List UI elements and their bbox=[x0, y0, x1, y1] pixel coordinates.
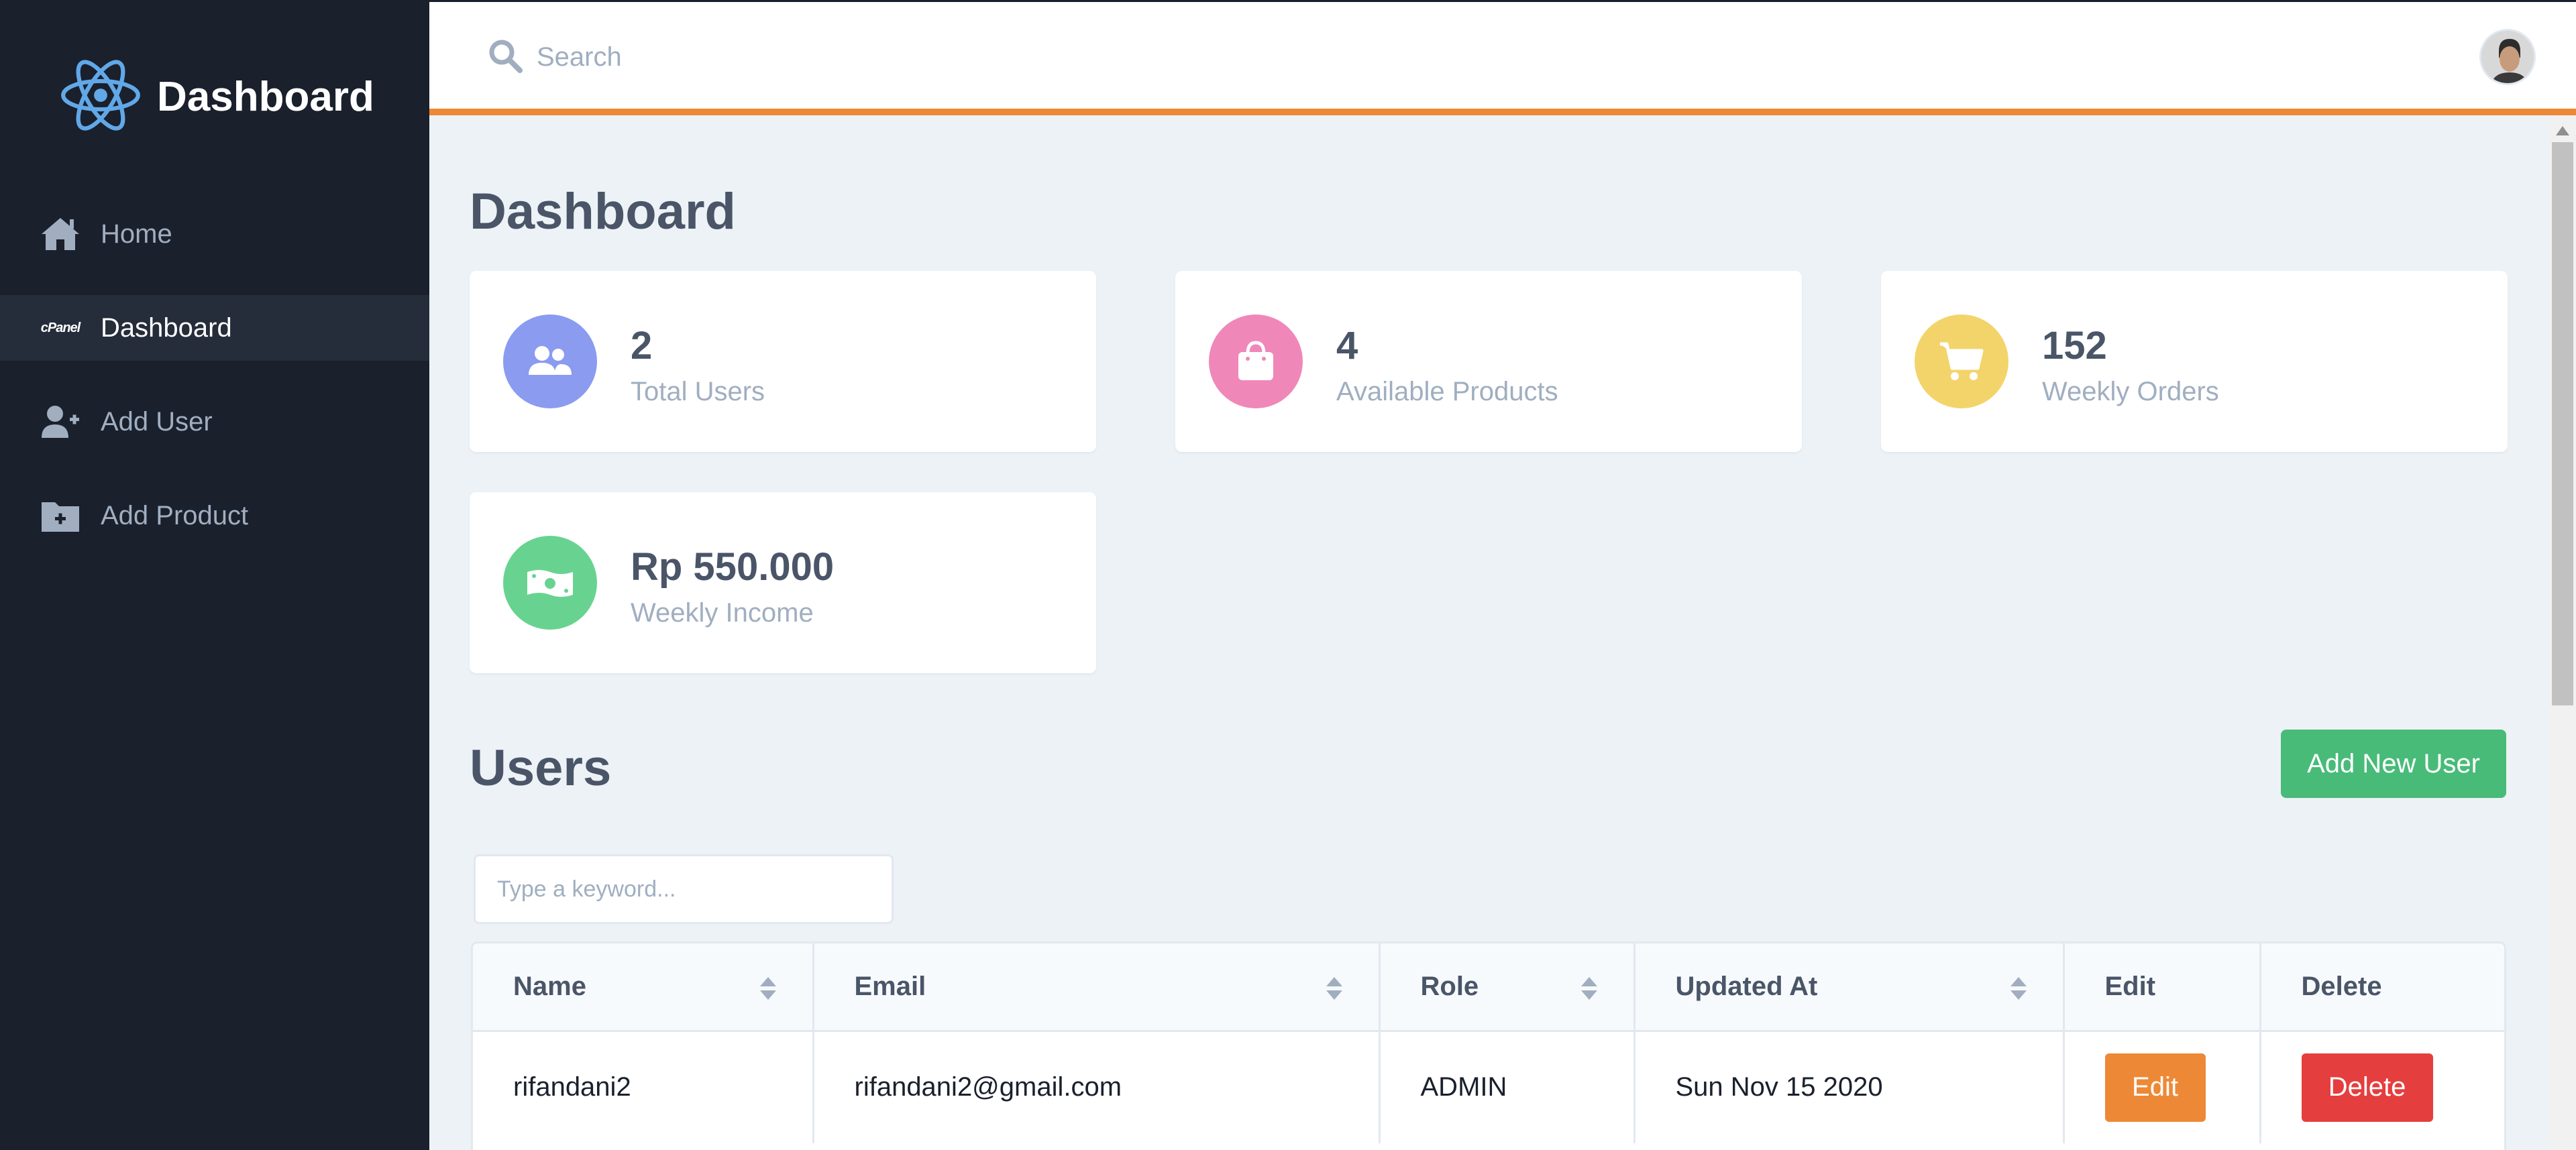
table-row: rifandani2 rifandani2@gmail.com ADMIN Su… bbox=[473, 1031, 2504, 1143]
cell-edit: Edit bbox=[2063, 1031, 2261, 1143]
cart-icon bbox=[1915, 314, 2008, 408]
stat-value: 4 bbox=[1336, 324, 1358, 367]
scroll-up-arrow-icon[interactable] bbox=[2556, 126, 2569, 135]
stat-label: Weekly Orders bbox=[2042, 377, 2219, 406]
stat-value: 2 bbox=[631, 324, 653, 367]
stat-label: Weekly Income bbox=[631, 598, 814, 628]
main-content: Dashboard 2 Total Users 4 Available Prod… bbox=[429, 122, 2549, 1150]
scroll-thumb[interactable] bbox=[2552, 142, 2573, 705]
cell-email: rifandani2@gmail.com bbox=[813, 1031, 1381, 1143]
money-icon bbox=[503, 536, 597, 630]
delete-button[interactable]: Delete bbox=[2301, 1053, 2433, 1122]
stat-card-weekly-income: Rp 550.000 Weekly Income bbox=[470, 492, 1096, 673]
scrollbar[interactable] bbox=[2549, 115, 2576, 1150]
sidebar-item-label: Dashboard bbox=[101, 312, 232, 343]
cpanel-icon: cPanel bbox=[39, 308, 82, 348]
edit-button[interactable]: Edit bbox=[2104, 1053, 2206, 1122]
sidebar-nav: Home cPanel Dashboard Add User Add Produ… bbox=[0, 201, 429, 577]
column-header-label: Email bbox=[854, 971, 926, 1001]
stat-value: 152 bbox=[2042, 324, 2107, 367]
column-header-delete: Delete bbox=[2260, 943, 2504, 1031]
brand-title: Dashboard bbox=[157, 73, 374, 120]
react-atom-icon bbox=[59, 54, 142, 140]
sort-icon[interactable] bbox=[1326, 977, 1342, 1001]
sidebar-item-label: Add Product bbox=[101, 500, 249, 530]
sort-icon[interactable] bbox=[759, 977, 776, 1001]
cell-updated-at: Sun Nov 15 2020 bbox=[1634, 1031, 2065, 1143]
add-new-user-button[interactable]: Add New User bbox=[2281, 730, 2506, 798]
cpanel-icon-text: cPanel bbox=[40, 320, 80, 335]
search-bar bbox=[487, 37, 1073, 77]
sidebar-item-label: Add User bbox=[101, 406, 213, 437]
sidebar-item-home[interactable]: Home bbox=[0, 201, 429, 267]
brand[interactable]: Dashboard bbox=[59, 56, 374, 137]
stat-card-weekly-orders: 152 Weekly Orders bbox=[1881, 271, 2508, 452]
cell-delete: Delete bbox=[2260, 1031, 2504, 1143]
users-icon bbox=[503, 314, 597, 408]
sidebar-item-dashboard[interactable]: cPanel Dashboard bbox=[0, 295, 429, 361]
users-section-title: Users bbox=[470, 740, 612, 797]
stat-card-total-users: 2 Total Users bbox=[470, 271, 1096, 452]
page-title: Dashboard bbox=[470, 183, 736, 240]
stat-label: Total Users bbox=[631, 377, 765, 406]
column-header-name[interactable]: Name bbox=[473, 943, 814, 1031]
search-input[interactable] bbox=[537, 37, 1073, 77]
search-icon bbox=[487, 38, 523, 77]
folder-plus-icon bbox=[39, 496, 82, 536]
keyword-search-input[interactable] bbox=[474, 854, 894, 924]
stat-label: Available Products bbox=[1336, 377, 1558, 406]
table-header-row: Name Email Role Updated At Edit Delete bbox=[473, 943, 2504, 1031]
avatar[interactable] bbox=[2479, 29, 2536, 85]
column-header-edit: Edit bbox=[2063, 943, 2261, 1031]
column-header-label: Name bbox=[513, 971, 586, 1001]
top-header bbox=[429, 0, 2576, 115]
user-plus-icon bbox=[39, 402, 82, 442]
column-header-label: Delete bbox=[2301, 971, 2382, 1001]
stat-card-available-products: 4 Available Products bbox=[1175, 271, 1802, 452]
home-icon bbox=[39, 214, 82, 254]
users-table: Name Email Role Updated At Edit Delete r… bbox=[471, 941, 2506, 1150]
column-header-label: Edit bbox=[2104, 971, 2156, 1001]
shopping-bag-icon bbox=[1209, 314, 1303, 408]
sidebar: Dashboard Home cPanel Dashboard Add User… bbox=[0, 0, 429, 1150]
sort-icon[interactable] bbox=[2010, 977, 2027, 1001]
stat-value: Rp 550.000 bbox=[631, 545, 835, 589]
sidebar-item-label: Home bbox=[101, 219, 172, 249]
cell-name: rifandani2 bbox=[473, 1031, 814, 1143]
column-header-label: Updated At bbox=[1675, 971, 1818, 1001]
column-header-role[interactable]: Role bbox=[1379, 943, 1635, 1031]
cell-role: ADMIN bbox=[1379, 1031, 1635, 1143]
sort-icon[interactable] bbox=[1580, 977, 1597, 1001]
sidebar-item-add-product[interactable]: Add Product bbox=[0, 483, 429, 549]
column-header-updated-at[interactable]: Updated At bbox=[1634, 943, 2065, 1031]
column-header-email[interactable]: Email bbox=[813, 943, 1381, 1031]
column-header-label: Role bbox=[1420, 971, 1479, 1001]
sidebar-item-add-user[interactable]: Add User bbox=[0, 389, 429, 455]
